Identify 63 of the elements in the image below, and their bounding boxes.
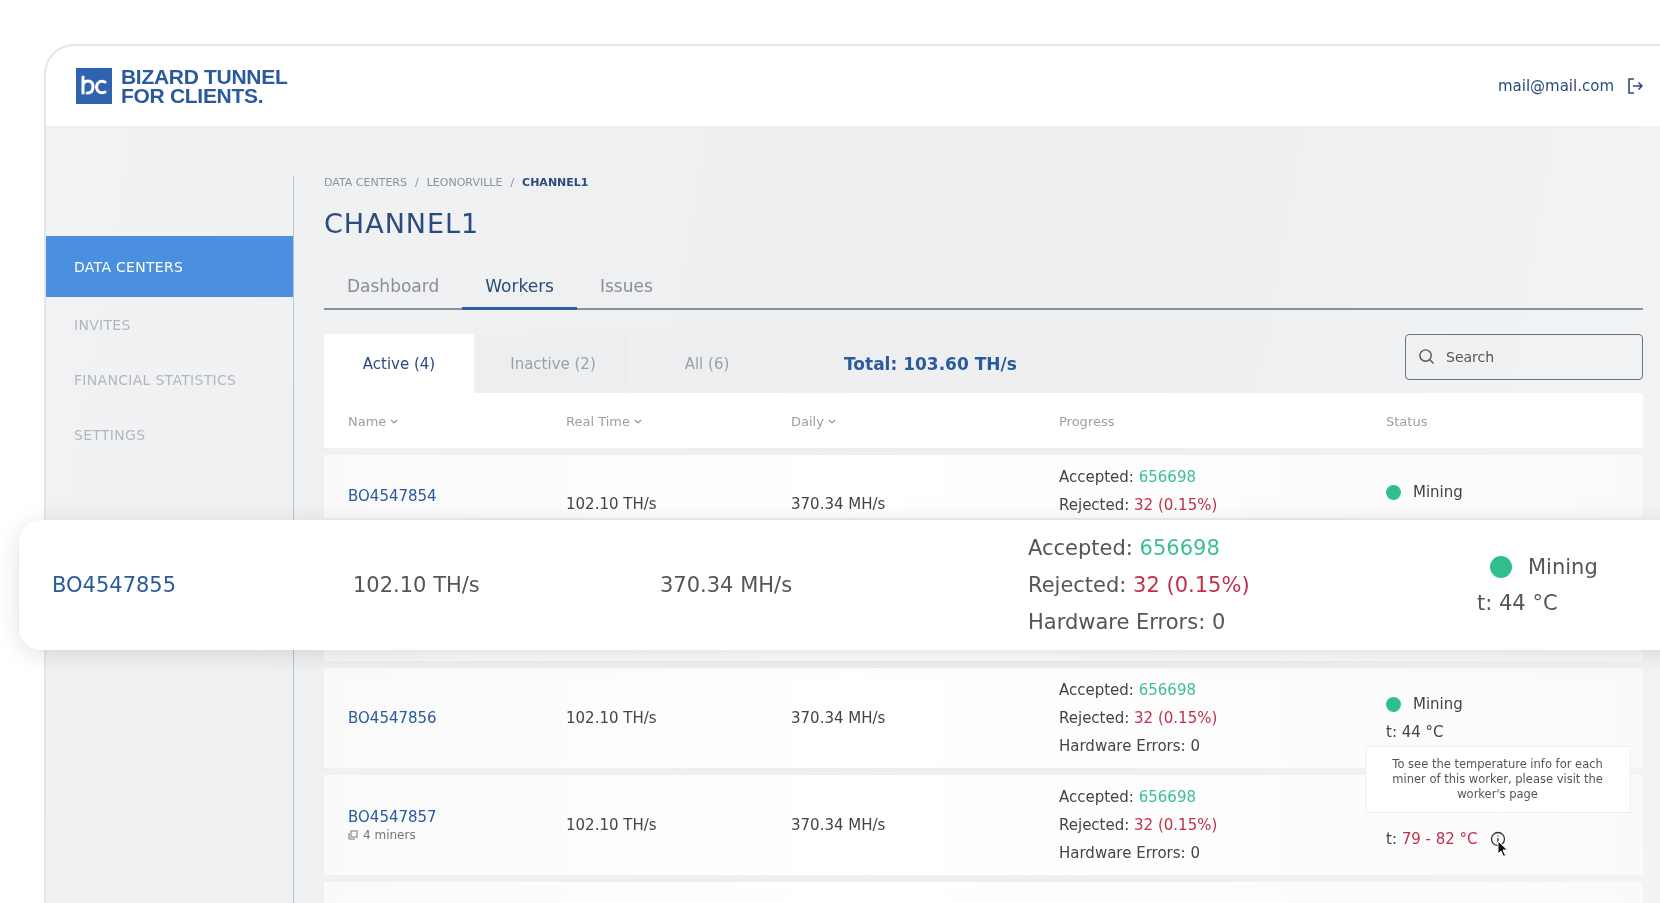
breadcrumb-link[interactable]: CHANNEL1	[522, 176, 589, 190]
tab[interactable]: Dashboard	[324, 264, 463, 310]
progress-line: Accepted: 656698	[1059, 467, 1197, 488]
cursor-icon	[1496, 840, 1509, 858]
progress-line: Hardware Errors: 0	[1059, 843, 1201, 864]
column-sort-button[interactable]: Daily	[791, 414, 836, 429]
table-cell: 102.10 TH/s	[566, 816, 657, 834]
table-cell: 102.10 TH/s	[353, 573, 480, 597]
search-icon	[1418, 348, 1435, 365]
temperature-reading: t: 44 °C	[1477, 591, 1558, 615]
progress-line: Rejected: 32 (0.15%)	[1059, 495, 1219, 516]
brand-name: BIZARD TUNNEL	[121, 67, 288, 86]
progress-line: Rejected: 32 (0.15%)	[1059, 815, 1219, 836]
status-label: Mining	[1413, 482, 1463, 503]
worker-link[interactable]: BO4547855	[52, 573, 177, 597]
sidebar-item[interactable]: INVITES	[46, 297, 293, 352]
column-header: Progress	[1059, 414, 1115, 429]
breadcrumb-link[interactable]: DATA CENTERS	[324, 176, 407, 190]
logout-icon[interactable]	[1626, 77, 1644, 95]
info-icon[interactable]	[1489, 831, 1506, 847]
breadcrumb-link[interactable]: LEONORVILLE	[426, 176, 503, 190]
column-header: Status	[1386, 414, 1428, 429]
total-hashrate: Total: 103.60 TH/s	[844, 353, 1017, 374]
search-field[interactable]: Search	[1405, 334, 1643, 380]
table-row[interactable]: BO4547854 102.10 TH/s 370.34 MH/s Accepted: 656698 Rejected: 32 (0.15%) Mining	[324, 455, 1643, 518]
column-sort-button[interactable]: Real Time	[566, 414, 642, 429]
table-cell: 370.34 MH/s	[791, 709, 886, 727]
progress-line: Hardware Errors: 0	[1028, 608, 1227, 636]
table-cell: 370.34 MH/s	[791, 816, 886, 834]
sidebar-item[interactable]: SETTINGS	[46, 407, 293, 462]
breadcrumb-separator: /	[415, 176, 419, 190]
miner-count: 4 miners	[363, 828, 416, 842]
sidebar-item[interactable]: DATA CENTERS	[46, 236, 293, 297]
status-label: Mining	[1413, 694, 1463, 715]
highlighted-row[interactable]: BO4547855 102.10 TH/s 370.34 MH/s Accepted: 656698 Rejected: 32 (0.15%) Hardware Errors: 0 Mining t: 44 °C	[19, 520, 1660, 650]
progress-line: Rejected: 32 (0.15%)	[1059, 708, 1219, 729]
page-title: CHANNEL1	[324, 207, 481, 241]
brand-tagline: FOR CLIENTS.	[121, 86, 265, 105]
worker-link[interactable]: BO4547854	[348, 487, 566, 505]
sidebar-item[interactable]: FINANCIAL STATISTICS	[46, 352, 293, 407]
table-cell: 102.10 TH/s	[566, 495, 657, 513]
tooltip: To see the temperature info for each miner of this worker, please visit the worker's page	[1365, 746, 1631, 819]
tab[interactable]: Issues	[577, 264, 676, 310]
table-cell: 370.34 MH/s	[660, 573, 793, 597]
progress-line: Rejected: 32 (0.15%)	[1028, 571, 1251, 599]
worker-link[interactable]: BO4547856	[348, 709, 566, 727]
progress-line: Accepted: 656698	[1028, 534, 1221, 562]
table-cell: 102.10 TH/s	[566, 709, 657, 727]
logo-icon	[76, 68, 112, 104]
tab[interactable]: Workers	[462, 264, 577, 310]
user-email-link[interactable]: mail@mail.com	[1497, 77, 1614, 95]
worker-link[interactable]: BO4547857	[348, 808, 566, 826]
breadcrumb-separator: /	[510, 176, 515, 190]
copy-icon	[348, 830, 358, 840]
filter-tab[interactable]: Active (4)	[324, 334, 474, 393]
temperature-reading: t: 44 °C	[1386, 722, 1444, 743]
progress-line: Hardware Errors: 0	[1059, 736, 1201, 757]
status-label: Mining	[1528, 554, 1598, 581]
temperature-reading: t: 79 - 82 °C	[1386, 829, 1478, 850]
progress-line: Accepted: 656698	[1059, 787, 1197, 808]
table-cell: 370.34 MH/s	[791, 495, 886, 513]
progress-line: Accepted: 656698	[1059, 680, 1197, 701]
column-sort-button[interactable]: Name	[348, 414, 399, 429]
